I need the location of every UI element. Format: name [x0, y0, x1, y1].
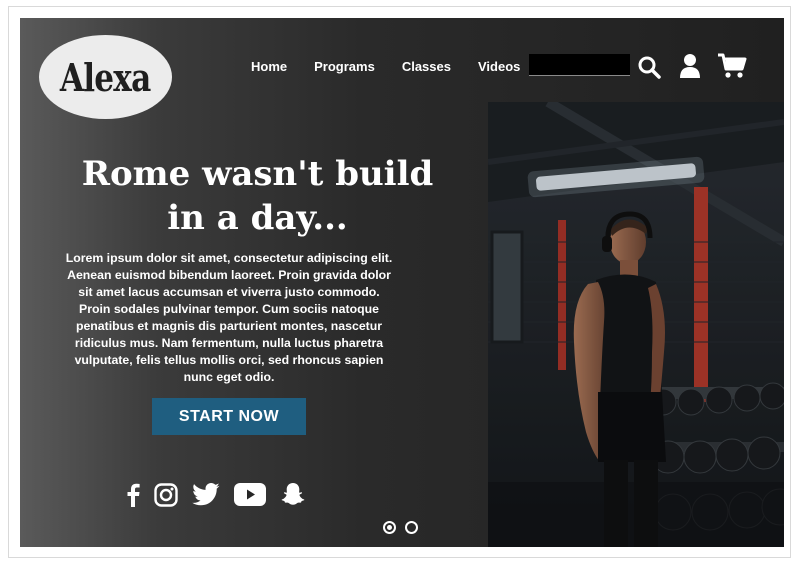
main-nav: Home Programs Classes Videos — [251, 59, 547, 74]
hero-headline: Rome wasn't build in a day... — [60, 152, 455, 240]
start-now-button[interactable]: START NOW — [152, 398, 306, 435]
hero-photo — [488, 102, 784, 547]
hero-section: Alexa Home Programs Classes Videos Rome … — [20, 18, 784, 547]
instagram-icon[interactable] — [154, 482, 178, 507]
logo[interactable]: Alexa — [39, 35, 172, 119]
cart-icon[interactable] — [717, 53, 747, 79]
snapchat-icon[interactable] — [280, 482, 306, 507]
facebook-icon[interactable] — [126, 483, 140, 507]
carousel-dots — [383, 521, 418, 534]
carousel-dot-2[interactable] — [405, 521, 418, 534]
headline-line-1: Rome wasn't build — [81, 154, 434, 194]
hero-body-text: Lorem ipsum dolor sit amet, consectetur … — [65, 251, 393, 384]
logo-text: Alexa — [60, 54, 151, 100]
search-input[interactable] — [529, 54, 630, 76]
nav-videos[interactable]: Videos — [478, 59, 520, 74]
twitter-icon[interactable] — [192, 483, 220, 506]
headline-line-2: in a day... — [167, 198, 348, 238]
social-links — [126, 482, 320, 507]
search-icon[interactable] — [637, 55, 661, 79]
carousel-dot-1[interactable] — [383, 521, 396, 534]
user-icon[interactable] — [679, 53, 701, 79]
nav-programs[interactable]: Programs — [314, 59, 375, 74]
nav-home[interactable]: Home — [251, 59, 287, 74]
nav-classes[interactable]: Classes — [402, 59, 451, 74]
youtube-icon[interactable] — [234, 483, 266, 506]
